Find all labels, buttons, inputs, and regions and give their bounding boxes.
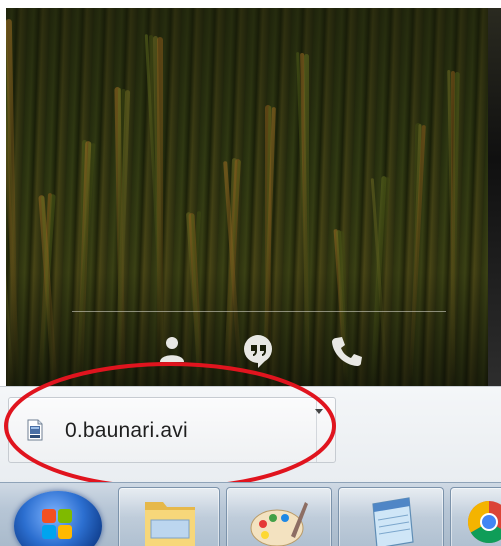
video-file-icon <box>27 419 43 441</box>
screen: 0.baunari.avi <box>0 0 501 546</box>
grass-stalk <box>304 54 309 386</box>
download-shelf: 0.baunari.avi <box>0 386 501 483</box>
taskbar-notepad-button[interactable] <box>338 487 444 546</box>
download-menu-button[interactable] <box>316 398 335 462</box>
paint-palette-icon <box>247 496 309 546</box>
overlay-divider-line <box>72 311 446 312</box>
taskbar-paint-button[interactable] <box>226 487 332 546</box>
hangouts-chat-icon[interactable] <box>241 334 275 368</box>
windows-start-orb-icon[interactable] <box>14 491 102 546</box>
taskbar <box>0 482 501 546</box>
taskbar-explorer-button[interactable] <box>118 487 220 546</box>
phone-icon[interactable] <box>330 334 364 368</box>
download-file-name: 0.baunari.avi <box>65 419 188 442</box>
chrome-icon <box>467 500 501 546</box>
person-icon[interactable] <box>155 334 189 368</box>
download-item[interactable]: 0.baunari.avi <box>8 397 336 463</box>
chevron-down-icon[interactable] <box>315 409 323 414</box>
notepad-icon <box>363 494 419 546</box>
taskbar-chrome-button[interactable] <box>450 487 501 546</box>
window-edge <box>488 8 501 386</box>
video-frame-background <box>6 8 488 386</box>
windows-explorer-folder-icon <box>141 496 199 546</box>
